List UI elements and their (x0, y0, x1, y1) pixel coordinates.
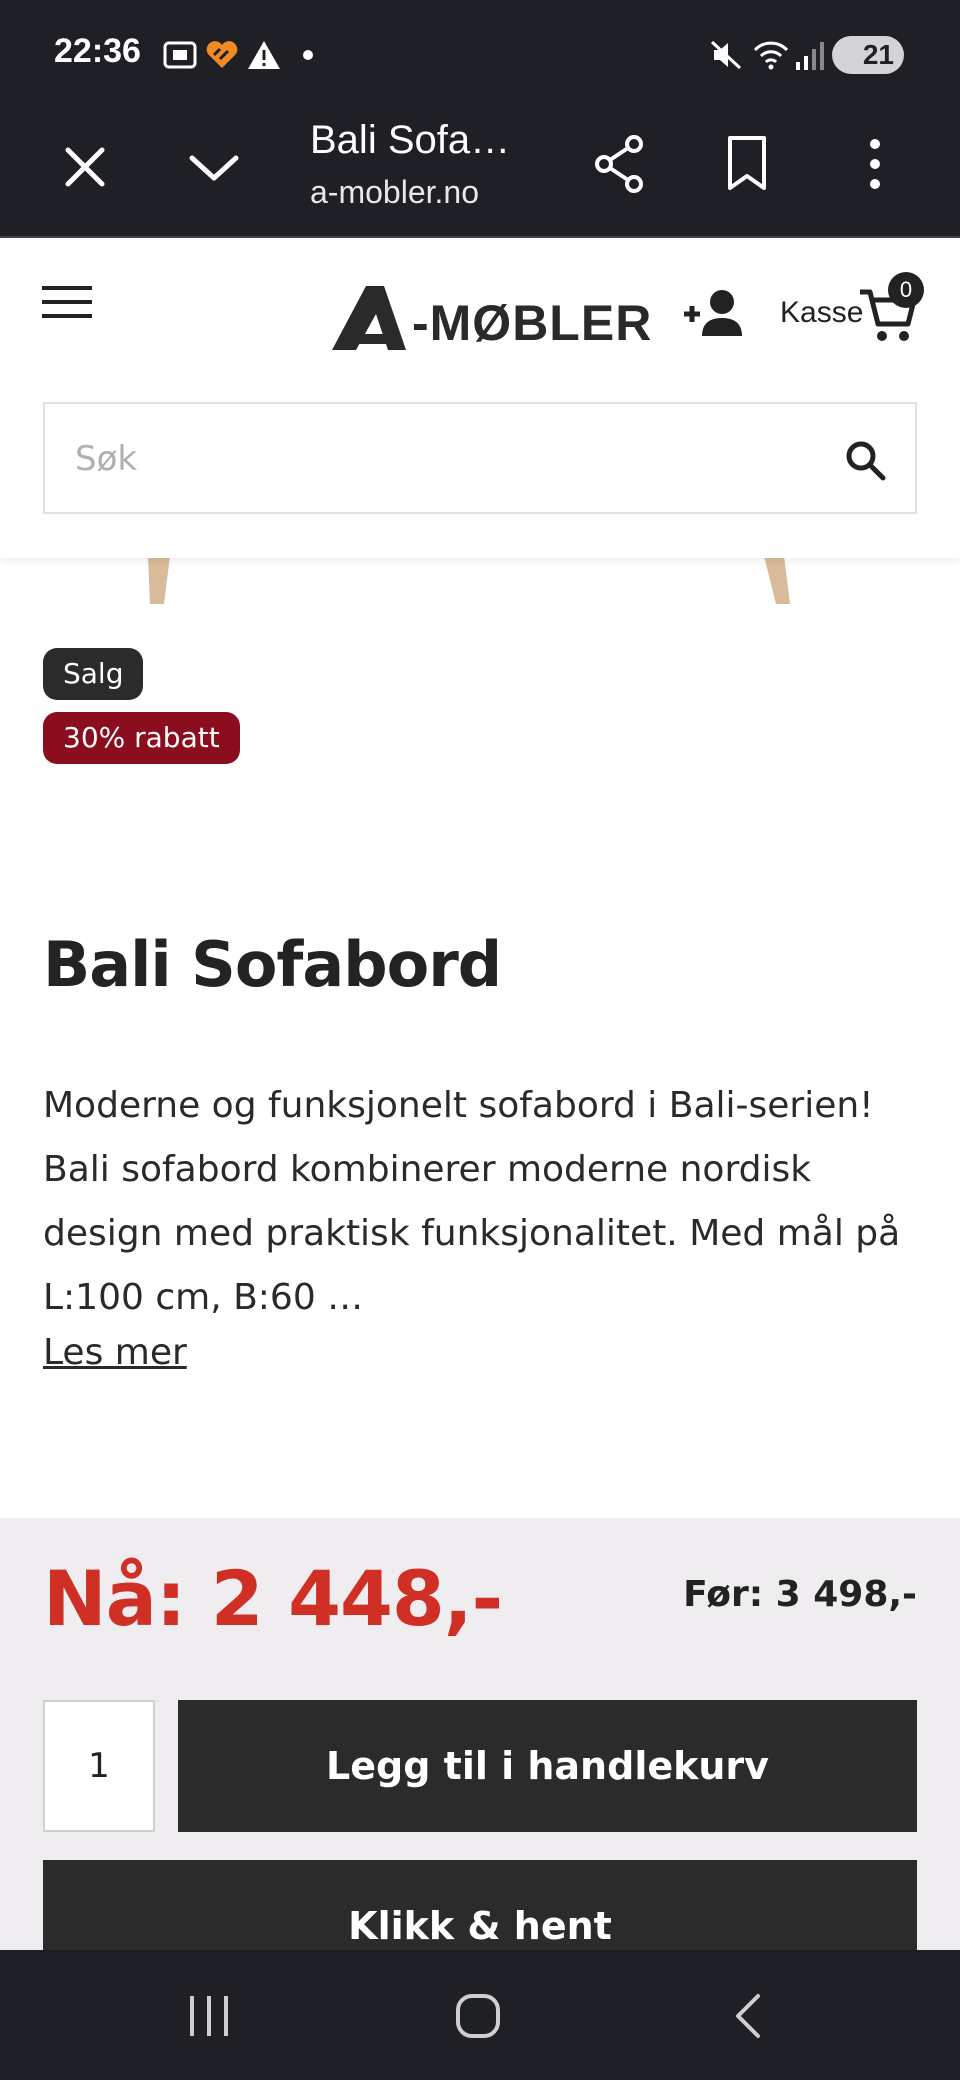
signal-icon (796, 42, 824, 70)
search-icon[interactable] (845, 440, 887, 482)
quantity-input[interactable] (43, 1700, 155, 1832)
current-price: Nå: 2 448,- (43, 1554, 503, 1643)
status-bar: 22:36 21 (0, 0, 960, 90)
tab-title[interactable]: Bali Sofa… (310, 118, 510, 163)
close-icon[interactable] (60, 142, 110, 192)
sale-badge: Salg (43, 648, 144, 700)
add-to-cart-button[interactable]: Legg til i handlekurv (178, 1700, 917, 1832)
search-box (43, 402, 917, 514)
read-more-link[interactable]: Les mer (43, 1332, 187, 1373)
add-user-icon[interactable] (682, 288, 746, 338)
chevron-down-icon[interactable] (186, 142, 242, 192)
more-vert-icon[interactable] (860, 134, 890, 194)
cart-count-badge: 0 (888, 272, 924, 308)
hamburger-menu-icon[interactable] (42, 284, 92, 320)
battery-level: 21 (862, 39, 894, 70)
bookmark-icon[interactable] (724, 134, 770, 194)
browser-toolbar: Bali Sofa… a-mobler.no (0, 90, 960, 238)
recent-apps-icon[interactable] (186, 1994, 232, 2038)
site-header: -MØBLER Kasse 0 (0, 240, 960, 558)
dot-icon (303, 50, 313, 60)
product-title: Bali Sofabord (43, 928, 502, 1001)
navigation-bar (0, 1950, 960, 2080)
warning-icon (248, 41, 280, 69)
screenshot-icon (163, 41, 197, 69)
mute-icon (710, 40, 742, 70)
product-description: Moderne og funksjonelt sofabord i Bali-s… (43, 1085, 901, 1318)
battery-icon: 21 (832, 36, 904, 74)
home-icon[interactable] (454, 1992, 502, 2040)
wifi-icon (753, 41, 789, 70)
search-input[interactable] (75, 434, 815, 484)
price-section: Nå: 2 448,- Før: 3 498,- Legg til i hand… (0, 1518, 960, 1992)
status-time: 22:36 (54, 32, 141, 70)
checkout-label[interactable]: Kasse (780, 296, 863, 330)
product-image (148, 556, 790, 604)
heart-app-icon (206, 41, 238, 68)
page-url[interactable]: a-mobler.no (310, 174, 479, 211)
discount-badge: 30% rabatt (43, 712, 240, 764)
original-price: Før: 3 498,- (683, 1574, 917, 1615)
back-icon[interactable] (730, 1992, 764, 2040)
logo-text: -MØBLER (412, 295, 653, 351)
share-icon[interactable] (592, 134, 646, 194)
site-logo[interactable]: -MØBLER (332, 286, 651, 356)
logo-mark-icon (332, 286, 406, 350)
